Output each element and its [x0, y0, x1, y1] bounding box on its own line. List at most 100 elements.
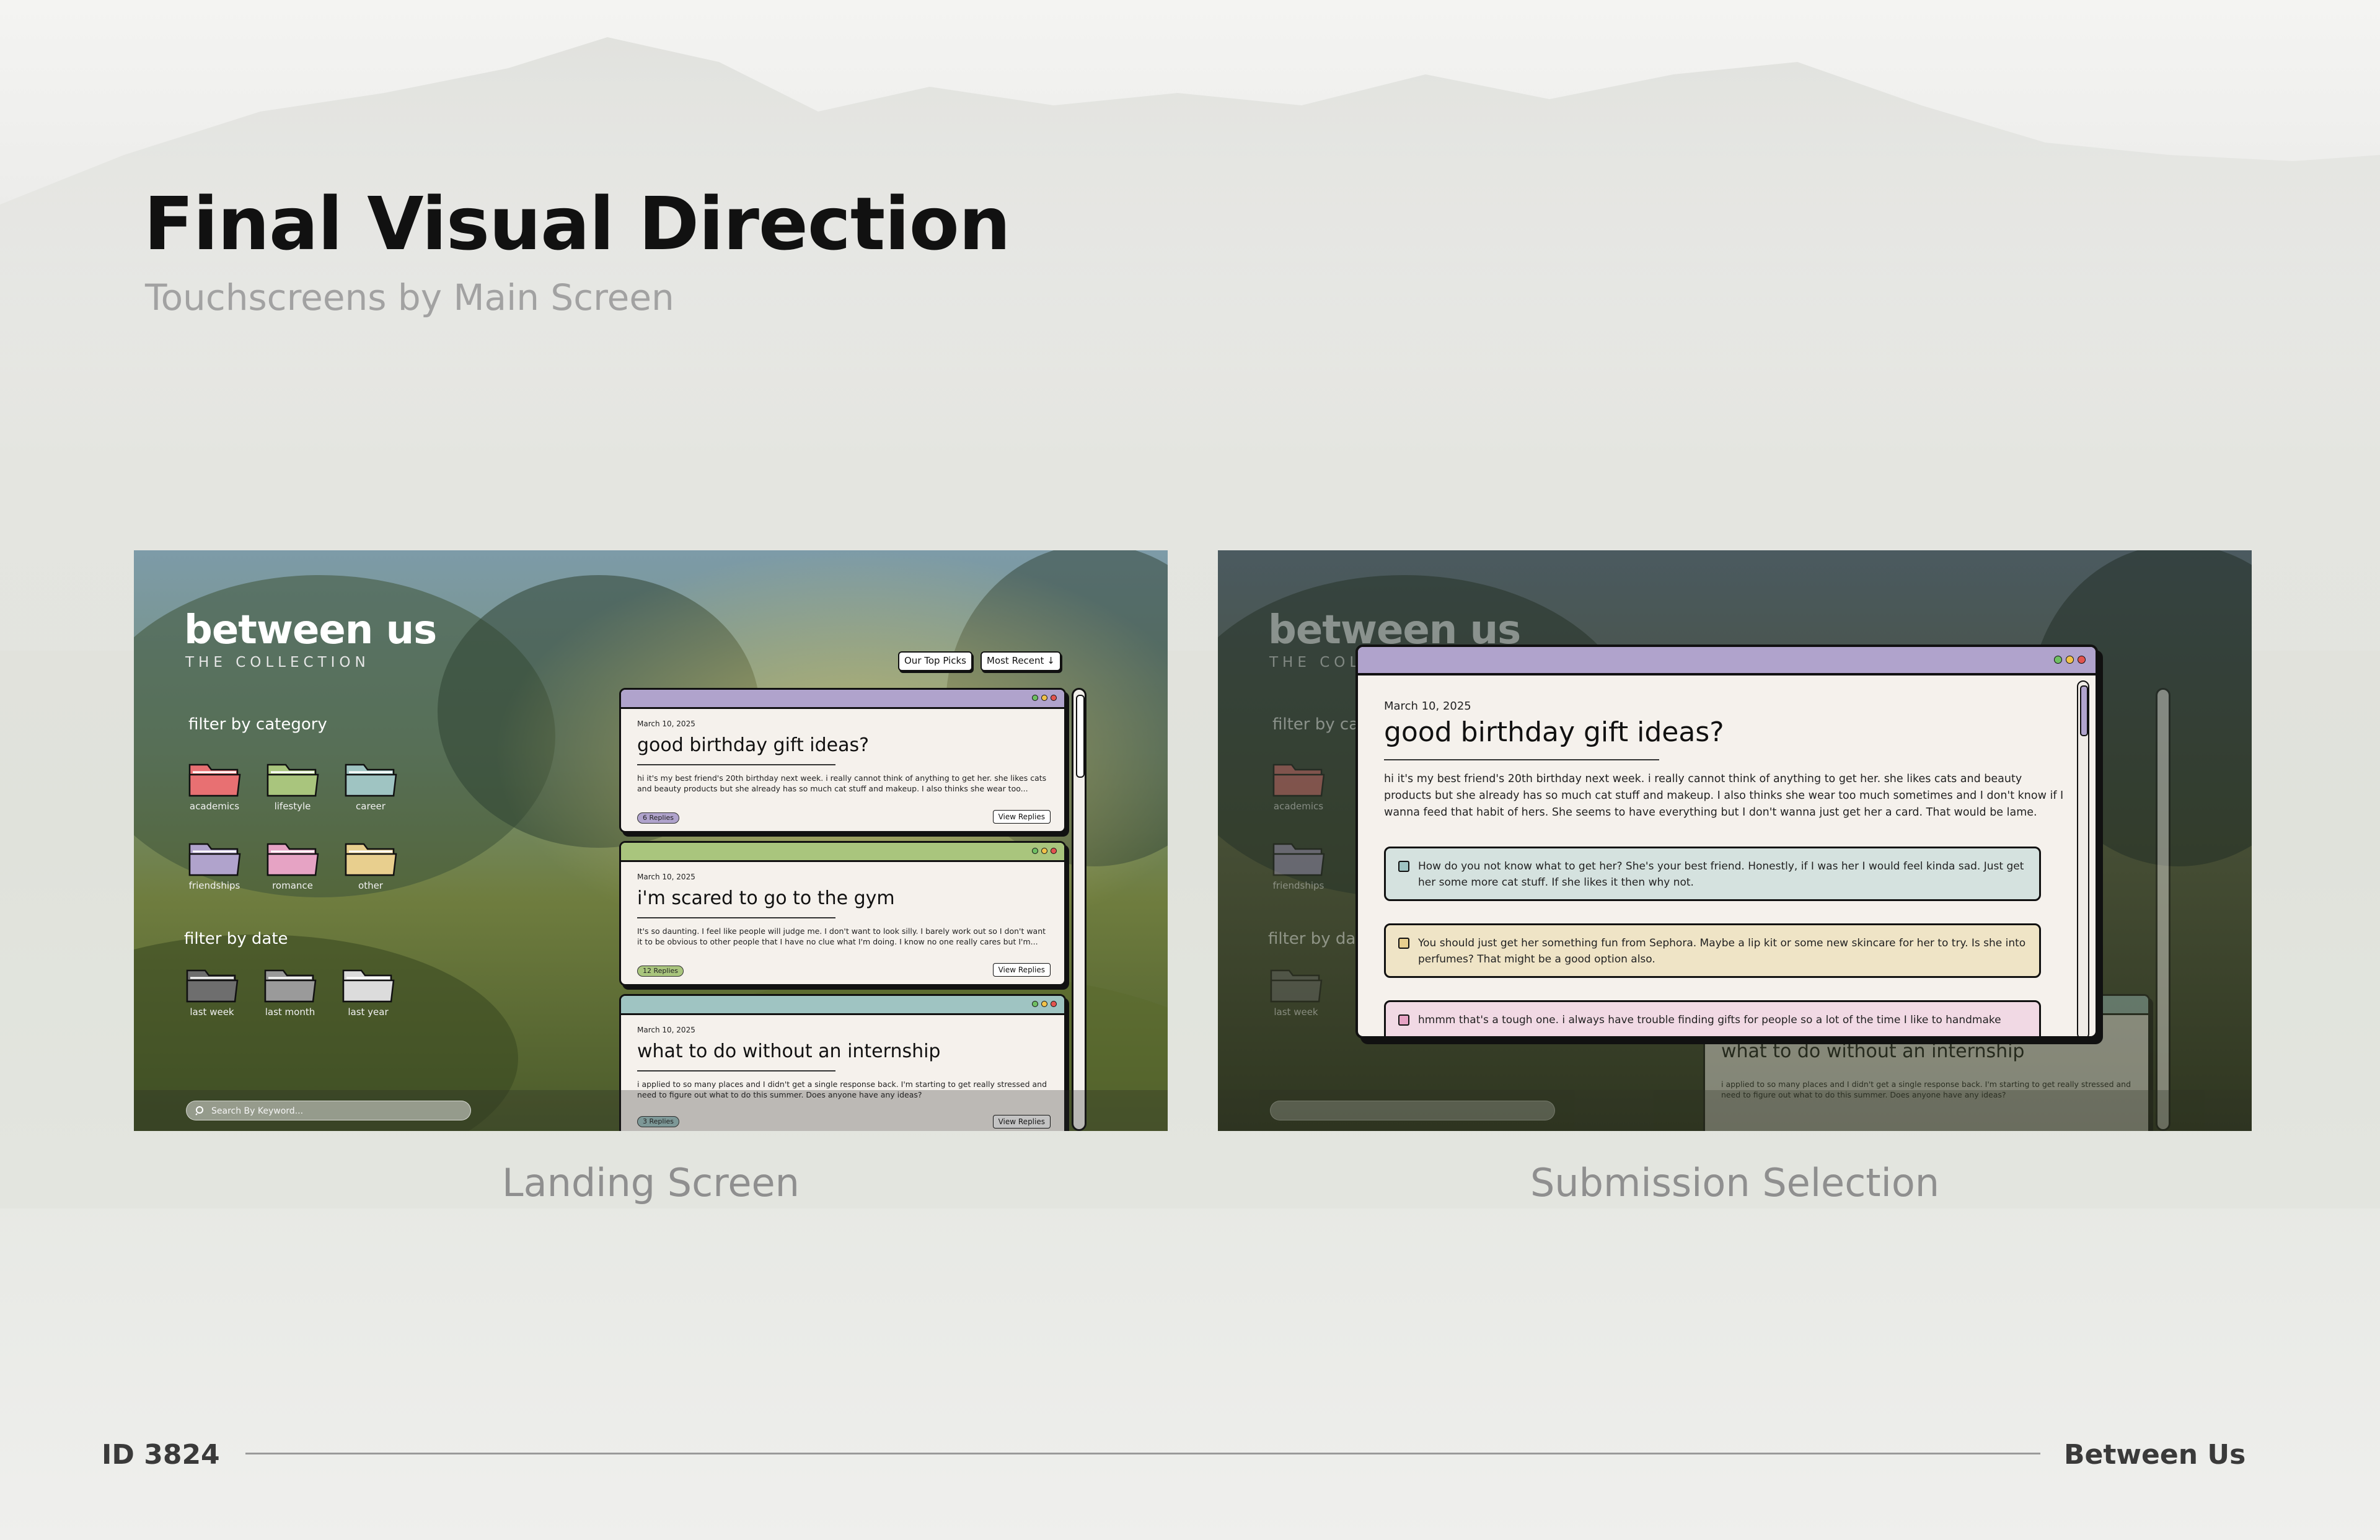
- post-excerpt: hi it's my best friend's 20th birthday n…: [637, 773, 1047, 793]
- folder-label: academics: [1273, 801, 1324, 812]
- arrow-down-icon: ↓: [1047, 655, 1055, 666]
- folder-label: career: [356, 801, 386, 812]
- reply-checkbox[interactable]: [1398, 1014, 1409, 1026]
- view-replies-button[interactable]: View Replies: [992, 963, 1051, 977]
- red-dot-icon: [1051, 695, 1057, 701]
- reply-text: hmmm that's a tough one. i always have t…: [1418, 1014, 2001, 1026]
- posts-scrollbar: [2156, 688, 2171, 1131]
- folder-lifestyle[interactable]: lifestyle: [265, 759, 320, 812]
- green-dot-icon: [1032, 848, 1038, 854]
- folder-career[interactable]: career: [343, 759, 398, 812]
- folder-icon: [345, 843, 397, 876]
- folder-label: other: [358, 880, 383, 891]
- search-input[interactable]: [210, 1104, 461, 1119]
- folder-label: romance: [272, 880, 313, 891]
- search-bar[interactable]: [186, 1101, 471, 1120]
- scrollbar-thumb[interactable]: [2080, 685, 2088, 736]
- reply-checkbox[interactable]: [1398, 938, 1409, 949]
- post-detail-modal[interactable]: March 10, 2025 good birthday gift ideas?…: [1355, 645, 2098, 1039]
- folder-friendships[interactable]: friendships: [187, 838, 242, 891]
- top-picks-button[interactable]: Our Top Picks: [898, 651, 972, 671]
- folder-icon: [264, 969, 317, 1003]
- page-subtitle: Touchscreens by Main Screen: [145, 276, 674, 319]
- folder-icon: [1272, 763, 1325, 797]
- yellow-dot-icon: [1041, 1001, 1047, 1007]
- divider: [1384, 759, 1659, 760]
- folder-other[interactable]: other: [343, 838, 398, 891]
- window-controls: [1032, 1001, 1057, 1007]
- window-controls: [2054, 656, 2086, 664]
- card-title-bar: [621, 996, 1064, 1015]
- reply-item[interactable]: You should just get her something fun fr…: [1384, 923, 2041, 978]
- post-title: good birthday gift ideas?: [1384, 716, 1724, 748]
- caption-submission-selection: Submission Selection: [1530, 1160, 1940, 1205]
- post-excerpt: It's so daunting. I feel like people wil…: [637, 926, 1046, 946]
- folder-icon: [345, 763, 397, 797]
- app-brand-title: between us: [184, 607, 437, 653]
- folder-icon: [186, 969, 239, 1003]
- posts-scrollbar[interactable]: [1072, 688, 1086, 1131]
- window-controls: [1032, 695, 1057, 701]
- landing-screen-mockup: between us THE COLLECTION filter by cate…: [134, 550, 1168, 1131]
- most-recent-button[interactable]: Most Recent ↓: [981, 651, 1061, 671]
- page-title: Final Visual Direction: [144, 181, 1011, 266]
- divider: [637, 917, 835, 918]
- scrollbar-thumb[interactable]: [1076, 695, 1085, 778]
- folder-icon: [1270, 969, 1323, 1003]
- red-dot-icon: [1051, 1001, 1057, 1007]
- divider: [637, 1070, 835, 1071]
- post-date: March 10, 2025: [637, 719, 695, 728]
- post-card[interactable]: March 10, 2025 good birthday gift ideas?…: [619, 688, 1066, 833]
- folder-label: last week: [190, 1006, 234, 1018]
- green-dot-icon: [1032, 695, 1038, 701]
- caption-landing-screen: Landing Screen: [502, 1160, 800, 1205]
- modal-scrollbar[interactable]: [2077, 680, 2089, 1036]
- folder-icon: [188, 843, 241, 876]
- close-dot-icon[interactable]: [2078, 656, 2086, 664]
- yellow-dot-icon: [1041, 695, 1047, 701]
- folder-icon: [267, 843, 319, 876]
- most-recent-label: Most Recent: [987, 655, 1044, 666]
- yellow-dot-icon: [1041, 848, 1047, 854]
- folder-academics[interactable]: academics: [187, 759, 242, 812]
- reply-checkbox[interactable]: [1398, 861, 1409, 872]
- view-replies-button[interactable]: View Replies: [992, 810, 1051, 824]
- page: { "page": { "title": "Final Visual Direc…: [0, 0, 2380, 1540]
- post-date: March 10, 2025: [637, 1026, 695, 1034]
- modal-title-bar: [1358, 647, 2096, 675]
- filter-category-label: filter by category: [188, 715, 327, 734]
- post-date: March 10, 2025: [1384, 700, 1471, 713]
- folder-label: last month: [265, 1006, 315, 1018]
- red-dot-icon: [1051, 848, 1057, 854]
- footer-divider: [245, 1453, 2040, 1454]
- reply-item[interactable]: How do you not know what to get her? She…: [1384, 847, 2041, 901]
- folder-label: friendships: [188, 880, 240, 891]
- post-card[interactable]: March 10, 2025 i'm scared to go to the g…: [619, 841, 1066, 986]
- replies-count-badge: 6 Replies: [637, 812, 680, 824]
- post-date: March 10, 2025: [637, 873, 695, 881]
- yellow-dot-icon[interactable]: [2066, 656, 2074, 664]
- post-body: hi it's my best friend's 20th birthday n…: [1384, 773, 2064, 819]
- folder-label: academics: [189, 801, 240, 812]
- window-controls: [1032, 848, 1057, 854]
- post-title: i'm scared to go to the gym: [637, 887, 895, 909]
- green-dot-icon[interactable]: [2054, 656, 2062, 664]
- reply-item[interactable]: hmmm that's a tough one. i always have t…: [1384, 1000, 2041, 1036]
- folder-icon: [267, 763, 319, 797]
- folder-icon: [342, 969, 395, 1003]
- folder-last-week[interactable]: last week: [185, 964, 239, 1018]
- folder-last-month[interactable]: last month: [263, 964, 317, 1018]
- folder-friendships: friendships: [1271, 838, 1326, 891]
- replies-count-badge: 12 Replies: [637, 966, 684, 977]
- card-title-bar: [621, 843, 1064, 862]
- folder-romance[interactable]: romance: [265, 838, 320, 891]
- submission-screen-mockup: between us THE COLLECTION filter by cate…: [1218, 550, 2252, 1131]
- app-brand-subtitle: THE COLLECTION: [185, 654, 370, 671]
- reply-text: You should just get her something fun fr…: [1418, 937, 2026, 966]
- folder-icon: [1272, 843, 1325, 876]
- search-bar: [1270, 1101, 1555, 1120]
- footer-id: ID 3824: [102, 1439, 220, 1471]
- post-title: what to do without an internship: [1721, 1041, 2025, 1062]
- folder-last-year[interactable]: last year: [341, 964, 395, 1018]
- folder-icon: [188, 763, 241, 797]
